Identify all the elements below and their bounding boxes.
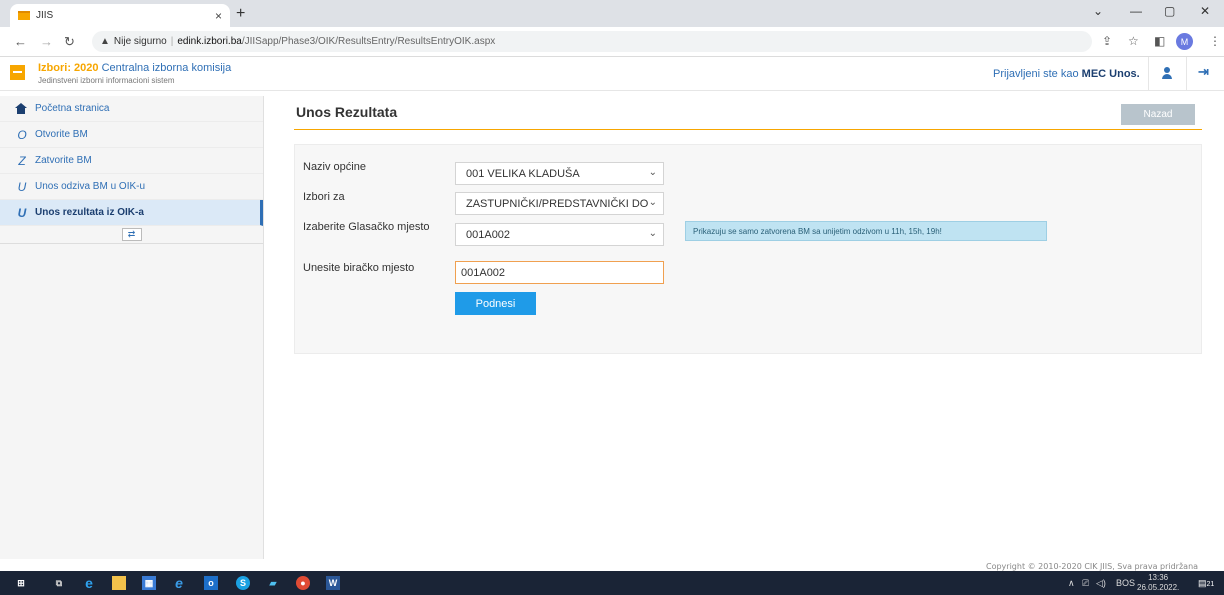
- sidebar-item-results-entry[interactable]: U Unos rezultata iz OIK-a: [0, 200, 263, 226]
- home-icon: [15, 103, 27, 114]
- edge-icon[interactable]: e: [82, 575, 96, 591]
- network-icon[interactable]: ⎚: [1082, 578, 1089, 589]
- izbori-select-value: ZASTUPNIČKI/PREDSTAVNIČKI DO: [466, 197, 649, 210]
- logout-icon[interactable]: ⇥: [1198, 64, 1209, 80]
- opcina-label: Naziv općine: [303, 161, 366, 173]
- word-icon[interactable]: W: [326, 576, 340, 590]
- logged-prefix: Prijavljeni ste kao: [993, 68, 1082, 80]
- user-icon[interactable]: [1160, 66, 1174, 80]
- taskbar: ⊞ ⧉ e ▦ e o S ▰ ● W ∧ ⎚ ◁) BOS 13:36 26.…: [0, 571, 1224, 595]
- header-divider: [1186, 57, 1187, 91]
- ballot-box-icon: [10, 65, 25, 80]
- copyright-text: Copyright © 2010-2020 CIK JIIS, Sva prav…: [986, 562, 1199, 571]
- url-path: /JIISapp/Phase3/OIK/ResultsEntry/Results…: [241, 36, 496, 47]
- sidebar: Početna stranica O Otvorite BM Z Zatvori…: [0, 96, 264, 559]
- url-separator: |: [170, 36, 174, 47]
- sidebar-item-turnout-entry[interactable]: U Unos odziva BM u OIK-u: [0, 174, 263, 200]
- sidebar-item-home[interactable]: Početna stranica: [0, 96, 263, 122]
- biracko-mjesto-label: Unesite biračko mjesto: [303, 262, 415, 274]
- task-view-icon[interactable]: ⧉: [52, 576, 66, 590]
- sidebar-item-label: Početna stranica: [35, 103, 110, 114]
- izbori-label: Izbori za: [303, 191, 345, 203]
- back-arrow-icon[interactable]: ←: [14, 34, 27, 49]
- skype-icon[interactable]: S: [236, 576, 250, 590]
- clock-date: 26.05.2022.: [1137, 583, 1180, 592]
- letter-u-icon: U: [17, 179, 27, 194]
- tab-close-button[interactable]: ×: [215, 9, 222, 23]
- chevron-down-icon: ⌄: [648, 197, 657, 208]
- notifications-icon[interactable]: ▤21: [1198, 578, 1214, 589]
- title-divider: [294, 129, 1202, 130]
- brand-title[interactable]: Izbori: 2020 Centralna izborna komisija: [38, 62, 231, 74]
- language-indicator[interactable]: BOS: [1116, 578, 1135, 588]
- chrome-icon[interactable]: ●: [296, 576, 310, 590]
- glasacko-mjesto-value: 001A002: [466, 228, 511, 241]
- volume-icon[interactable]: ◁): [1096, 578, 1106, 589]
- insecure-label: Nije sigurno: [113, 36, 167, 47]
- bookmark-star-icon[interactable]: ☆: [1128, 34, 1139, 48]
- forward-arrow-icon[interactable]: →: [40, 34, 53, 49]
- chevron-down-icon: ⌄: [648, 167, 657, 178]
- page-title: Unos Rezultata: [296, 104, 398, 120]
- url-host: edink.izbori.ba: [177, 36, 242, 47]
- chevron-down-icon: ⌄: [648, 228, 657, 239]
- sidebar-item-open-bm[interactable]: O Otvorite BM: [0, 122, 263, 148]
- close-window-icon[interactable]: ✕: [1200, 4, 1210, 18]
- share-icon[interactable]: ⇪: [1102, 34, 1112, 48]
- brand-year: Izbori: 2020: [38, 62, 99, 74]
- form-panel: [294, 144, 1202, 354]
- tray-chevron-up-icon[interactable]: ∧: [1068, 578, 1075, 589]
- letter-u-icon: U: [17, 205, 27, 220]
- back-button[interactable]: Nazad: [1121, 104, 1195, 125]
- glasacko-mjesto-select[interactable]: 001A002 ⌄: [455, 223, 664, 246]
- brand-subtitle: Jedinstveni izborni informacioni sistem: [38, 76, 175, 85]
- notification-count: 21: [1206, 581, 1215, 588]
- info-note: Prikazuju se samo zatvorena BM sa unijet…: [685, 221, 1047, 241]
- sidebar-item-label: Unos rezultata iz OIK-a: [35, 207, 144, 218]
- sidebar-toggle-row: ⇄: [0, 226, 263, 244]
- internet-explorer-icon[interactable]: e: [172, 575, 186, 591]
- logged-in-label: Prijavljeni ste kao MEC Unos.: [993, 68, 1140, 80]
- opcina-select[interactable]: 001 VELIKA KLADUŠA ⌄: [455, 162, 664, 185]
- opcina-select-value: 001 VELIKA KLADUŠA: [466, 167, 580, 180]
- profile-avatar[interactable]: M: [1176, 33, 1193, 50]
- windows-start-icon[interactable]: ⊞: [14, 576, 28, 590]
- sidepanel-icon[interactable]: ◧: [1154, 34, 1165, 48]
- sidebar-collapse-icon[interactable]: ⇄: [121, 228, 142, 241]
- biracko-mjesto-input[interactable]: 001A002: [455, 261, 664, 284]
- logged-user: MEC Unos.: [1081, 68, 1140, 80]
- url-input[interactable]: ▲ Nije sigurno | edink.izbori.ba /JIISap…: [92, 31, 1092, 52]
- app-header: Izbori: 2020 Centralna izborna komisija …: [0, 57, 1224, 91]
- new-tab-button[interactable]: +: [236, 5, 245, 23]
- address-bar: ← → ↻ ▲ Nije sigurno | edink.izbori.ba /…: [0, 27, 1224, 57]
- maximize-icon[interactable]: ▢: [1164, 4, 1175, 18]
- minimize-icon[interactable]: —: [1130, 4, 1142, 18]
- clock-time: 13:36: [1148, 573, 1169, 582]
- letter-o-icon: O: [17, 127, 27, 142]
- remote-desktop-icon[interactable]: ▰: [266, 576, 280, 590]
- header-divider: [1148, 57, 1149, 91]
- sidebar-item-label: Unos odziva BM u OIK-u: [35, 181, 146, 192]
- tab-title: JIIS: [36, 10, 54, 21]
- glasacko-mjesto-label: Izaberite Glasačko mjesto: [303, 221, 430, 233]
- sidebar-item-label: Otvorite BM: [35, 129, 88, 140]
- browser-tab[interactable]: JIIS ×: [10, 4, 230, 27]
- clock[interactable]: 13:36 26.05.2022.: [1137, 573, 1179, 593]
- browser-tab-strip: JIIS × + ⌄ — ▢ ✕: [0, 0, 1224, 27]
- brand-name: Centralna izborna komisija: [98, 62, 232, 74]
- chevron-down-icon[interactable]: ⌄: [1093, 4, 1103, 18]
- izbori-select[interactable]: ZASTUPNIČKI/PREDSTAVNIČKI DO ⌄: [455, 192, 664, 215]
- sidebar-item-label: Zatvorite BM: [35, 155, 92, 166]
- menu-dots-icon[interactable]: ⋮: [1209, 34, 1221, 48]
- folder-icon: [18, 11, 30, 20]
- outlook-icon[interactable]: o: [204, 576, 218, 590]
- store-icon[interactable]: ▦: [142, 576, 156, 590]
- letter-z-icon: Z: [18, 153, 26, 168]
- submit-button[interactable]: Podnesi: [455, 292, 536, 315]
- warning-icon[interactable]: ▲: [100, 36, 110, 47]
- sidebar-item-close-bm[interactable]: Z Zatvorite BM: [0, 148, 263, 174]
- reload-icon[interactable]: ↻: [64, 34, 75, 50]
- file-explorer-icon[interactable]: [112, 576, 126, 590]
